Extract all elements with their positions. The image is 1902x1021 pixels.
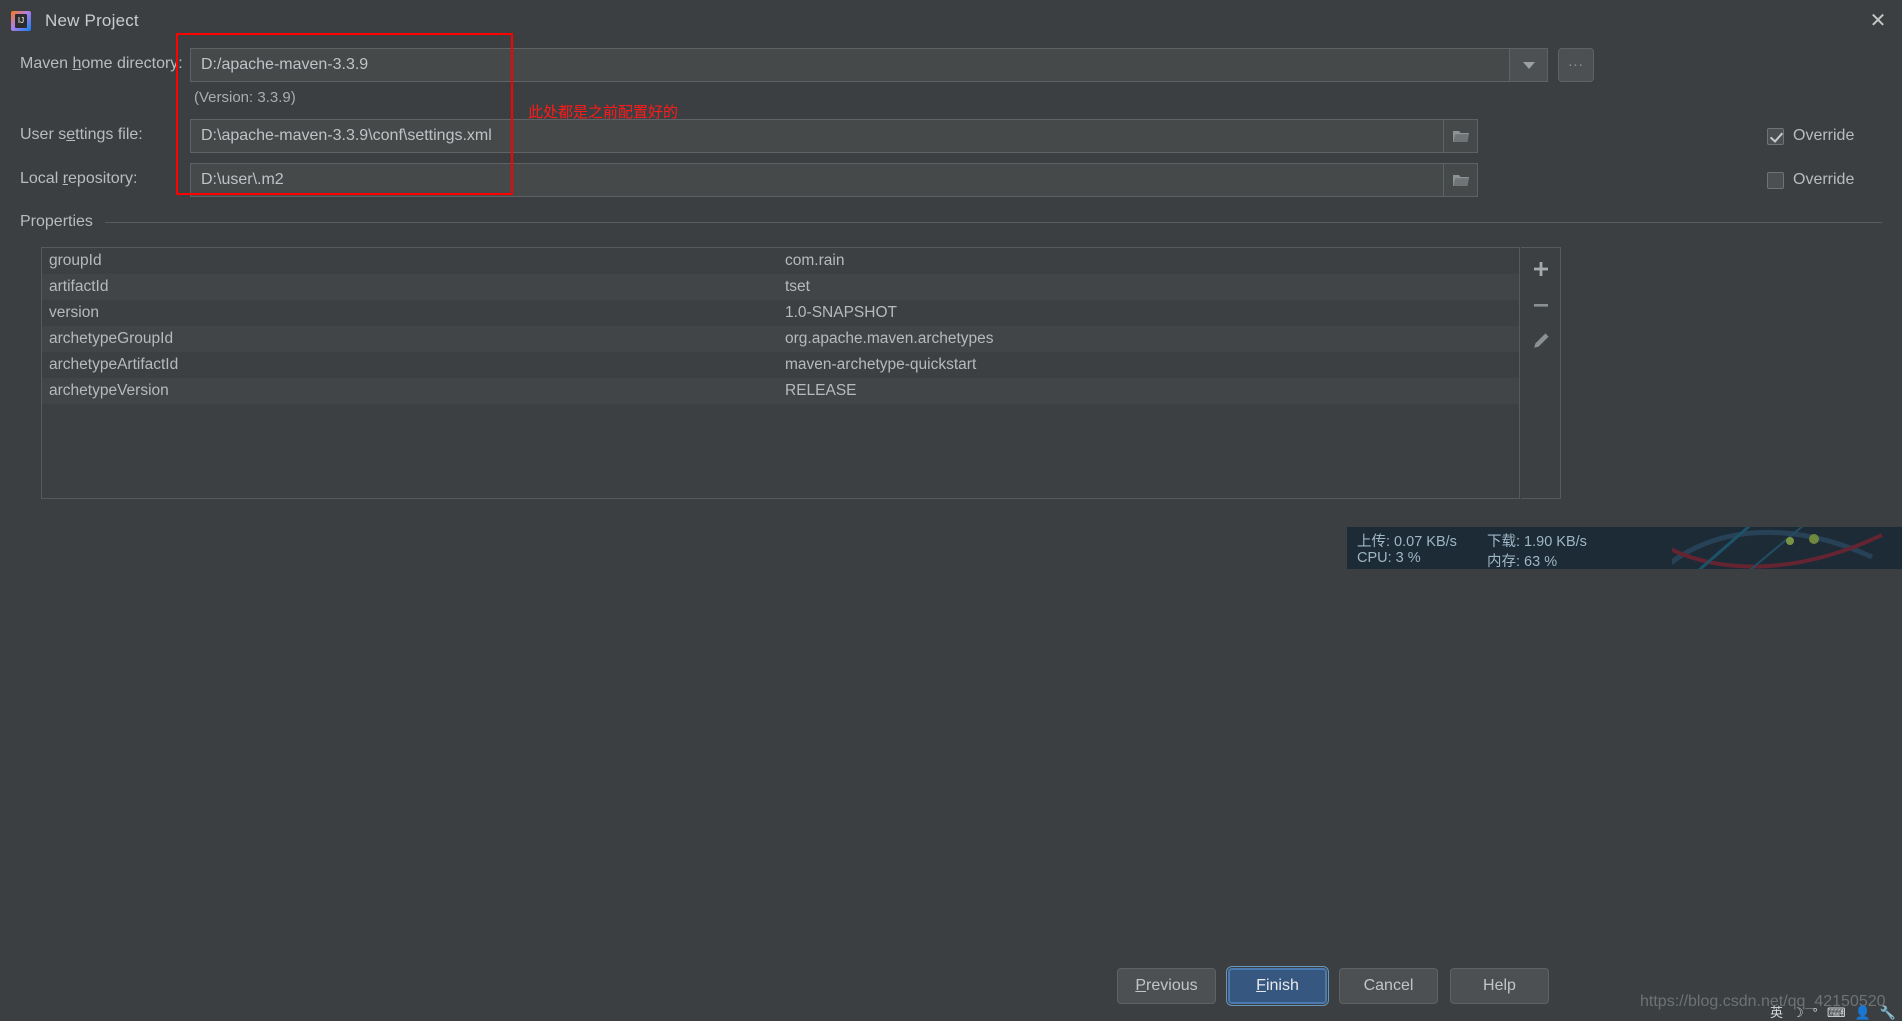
title-bar: New Project ✕ bbox=[0, 0, 1902, 42]
user-settings-override-label: Override bbox=[1793, 127, 1855, 144]
cancel-button[interactable]: Cancel bbox=[1339, 968, 1438, 1004]
user-icon[interactable]: 👤 bbox=[1855, 1006, 1871, 1019]
netmon-memory-label: 内存: 63 % bbox=[1487, 554, 1558, 569]
add-property-button[interactable] bbox=[1521, 254, 1561, 284]
local-repository-row: Local repository: D:\user\.m2 Override bbox=[0, 161, 1902, 199]
user-settings-label: User settings file: bbox=[20, 126, 143, 143]
table-row[interactable]: archetypeVersion RELEASE bbox=[42, 378, 1519, 404]
property-value: com.rain bbox=[785, 252, 845, 269]
moon-icon[interactable]: ☽ bbox=[1792, 1006, 1804, 1019]
property-value: tset bbox=[785, 278, 810, 295]
chevron-down-icon bbox=[1522, 61, 1535, 69]
table-row[interactable]: artifactId tset bbox=[42, 274, 1519, 300]
properties-table[interactable]: groupId com.rain artifactId tset version 1.0-… bbox=[41, 247, 1520, 499]
minus-icon bbox=[1534, 304, 1548, 307]
maven-home-label: Maven home directory: bbox=[20, 55, 183, 72]
edit-property-button[interactable] bbox=[1521, 326, 1561, 356]
intellij-idea-icon bbox=[11, 11, 31, 31]
table-row[interactable]: archetypeArtifactId maven-archetype-quick… bbox=[42, 352, 1519, 378]
new-project-dialog: New Project ✕ Maven home directory: D:/a… bbox=[0, 0, 1902, 1021]
netmon-download-label: 下载: 1.90 KB/s bbox=[1487, 534, 1587, 550]
netmon-upload-label: 上传: 0.07 KB/s bbox=[1357, 534, 1457, 550]
maven-home-dropdown-button[interactable] bbox=[1510, 48, 1548, 82]
system-tray: 英 ☽ ° ⌨ 👤 🔧 bbox=[1770, 1003, 1902, 1021]
user-settings-row: User settings file: D:\apache-maven-3.3.… bbox=[0, 117, 1902, 155]
table-row[interactable]: groupId com.rain bbox=[42, 248, 1519, 274]
user-settings-browse-button[interactable] bbox=[1444, 119, 1478, 153]
local-repository-label: Local repository: bbox=[20, 170, 138, 187]
degree-icon[interactable]: ° bbox=[1813, 1006, 1818, 1019]
user-settings-override-checkbox[interactable]: Override bbox=[1767, 127, 1854, 145]
table-row[interactable]: version 1.0-SNAPSHOT bbox=[42, 300, 1519, 326]
decorative-graphic bbox=[1672, 527, 1883, 569]
local-repository-browse-button[interactable] bbox=[1444, 163, 1478, 197]
pencil-icon bbox=[1534, 333, 1549, 348]
properties-section-label: Properties bbox=[20, 213, 93, 230]
window-title: New Project bbox=[45, 11, 139, 30]
keyboard-icon[interactable]: ⌨ bbox=[1827, 1006, 1846, 1019]
property-key: version bbox=[49, 304, 99, 321]
property-key: archetypeGroupId bbox=[49, 330, 174, 347]
annotation-text: 此处都是之前配置好的 bbox=[528, 103, 679, 121]
checkbox-box-unchecked bbox=[1767, 171, 1784, 189]
local-repository-override-label: Override bbox=[1793, 171, 1855, 188]
wrench-icon[interactable]: 🔧 bbox=[1880, 1006, 1896, 1019]
remove-property-button[interactable] bbox=[1521, 290, 1561, 320]
folder-icon bbox=[1452, 130, 1469, 142]
maven-home-input[interactable]: D:/apache-maven-3.3.9 bbox=[190, 48, 1510, 82]
previous-button[interactable]: Previous bbox=[1117, 968, 1216, 1004]
maven-version-note: (Version: 3.3.9) bbox=[194, 89, 296, 106]
user-settings-input[interactable]: D:\apache-maven-3.3.9\conf\settings.xml bbox=[190, 119, 1444, 153]
property-key: archetypeVersion bbox=[49, 382, 169, 399]
maven-home-row: Maven home directory: D:/apache-maven-3.… bbox=[0, 46, 1902, 84]
local-repository-input[interactable]: D:\user\.m2 bbox=[190, 163, 1444, 197]
plus-icon bbox=[1534, 262, 1548, 276]
maven-home-browse-button[interactable]: ... bbox=[1558, 48, 1594, 82]
help-button[interactable]: Help bbox=[1450, 968, 1549, 1004]
property-value: RELEASE bbox=[785, 382, 857, 399]
properties-toolbar bbox=[1521, 247, 1561, 499]
close-icon[interactable]: ✕ bbox=[1854, 0, 1902, 42]
property-key: archetypeArtifactId bbox=[49, 356, 179, 373]
ime-language-icon[interactable]: 英 bbox=[1770, 1006, 1783, 1019]
property-value: 1.0-SNAPSHOT bbox=[785, 304, 897, 321]
network-monitor-widget[interactable]: 上传: 0.07 KB/s 下载: 1.90 KB/s CPU: 3 % 内存:… bbox=[1347, 527, 1902, 569]
folder-icon bbox=[1452, 174, 1469, 186]
section-divider bbox=[104, 221, 1882, 223]
checkbox-box-checked bbox=[1767, 127, 1784, 145]
finish-button[interactable]: Finish bbox=[1226, 966, 1329, 1006]
table-row[interactable]: archetypeGroupId org.apache.maven.archety… bbox=[42, 326, 1519, 352]
property-value: org.apache.maven.archetypes bbox=[785, 330, 994, 347]
property-key: artifactId bbox=[49, 278, 109, 295]
properties-section-header: Properties bbox=[20, 213, 1882, 231]
property-key: groupId bbox=[49, 252, 102, 269]
local-repository-override-checkbox[interactable]: Override bbox=[1767, 171, 1854, 189]
netmon-cpu-label: CPU: 3 % bbox=[1357, 550, 1421, 566]
property-value: maven-archetype-quickstart bbox=[785, 356, 977, 373]
